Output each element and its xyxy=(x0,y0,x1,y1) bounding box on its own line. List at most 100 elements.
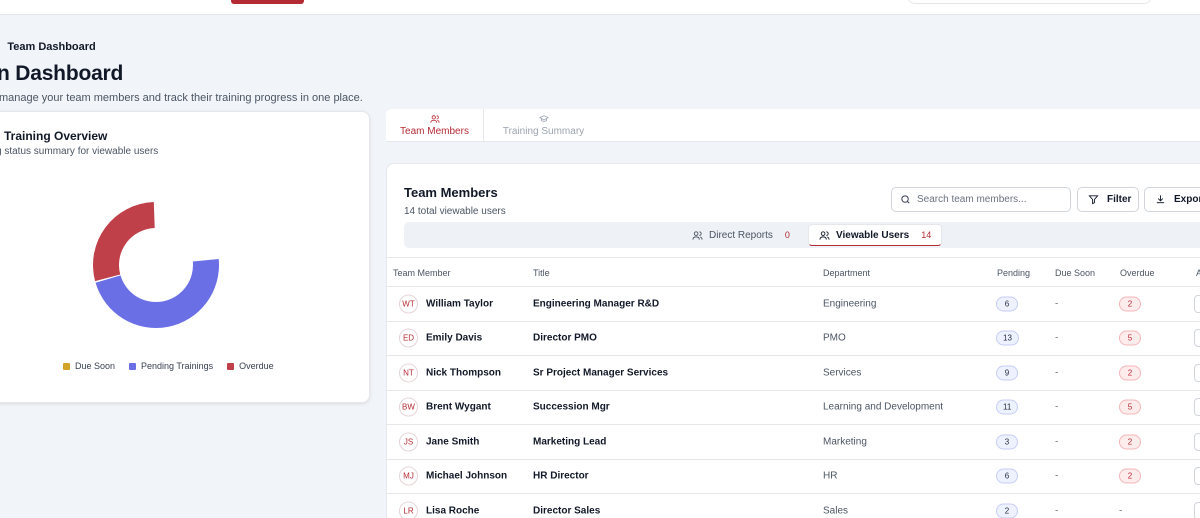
member-title: HR Director xyxy=(533,470,589,482)
column-due-soon[interactable]: Due Soon xyxy=(1055,268,1095,278)
row-action-button[interactable] xyxy=(1194,363,1200,382)
member-name[interactable]: Emily Davis xyxy=(426,333,482,344)
row-action-button[interactable] xyxy=(1194,501,1200,518)
member-department: Marketing xyxy=(823,436,867,448)
pending-cell: 2 xyxy=(996,503,1018,518)
row-action-button[interactable] xyxy=(1194,329,1200,348)
overdue-count-badge: 2 xyxy=(1119,365,1141,381)
active-nav-indicator[interactable] xyxy=(231,0,304,4)
table-row[interactable]: BW Brent Wygant Succession Mgr Learning and… xyxy=(387,391,1200,425)
table-row[interactable]: MJ Michael Johnson HR Director HR 6 - 2 xyxy=(387,460,1200,494)
legend-swatch xyxy=(227,362,235,370)
member-cell: JS Jane Smith xyxy=(399,432,479,452)
overdue-cell: - xyxy=(1119,505,1122,516)
users-icon xyxy=(819,230,830,240)
search-icon xyxy=(901,195,910,204)
avatar: LR xyxy=(399,501,418,518)
avatar: MJ xyxy=(399,466,418,486)
table-row[interactable]: WT William Taylor Engineering Manager R&D E… xyxy=(387,287,1200,322)
overview-title: Training Overview xyxy=(4,129,108,143)
row-action-button[interactable] xyxy=(1194,432,1200,451)
filter-button[interactable]: Filter xyxy=(1077,187,1139,212)
users-icon xyxy=(429,115,440,123)
due-soon-cell: - xyxy=(1055,470,1059,482)
overdue-cell: 5 xyxy=(1119,330,1141,346)
due-soon-cell: - xyxy=(1055,367,1059,379)
member-name[interactable]: Nick Thompson xyxy=(426,367,501,378)
global-search-box[interactable] xyxy=(907,0,1152,4)
member-name[interactable]: Lisa Roche xyxy=(426,505,479,516)
member-title: Marketing Lead xyxy=(533,436,607,448)
member-name[interactable]: William Taylor xyxy=(426,298,493,309)
table-row[interactable]: LR Lisa Roche Director Sales Sales 2 - - xyxy=(387,494,1200,518)
member-name[interactable]: Jane Smith xyxy=(426,436,479,447)
member-title: Director Sales xyxy=(533,505,601,517)
overdue-count-badge: 2 xyxy=(1119,296,1141,312)
tab-training-summary[interactable]: Training Summary xyxy=(486,109,601,142)
legend-item[interactable]: Overdue xyxy=(227,361,274,371)
row-action-button[interactable] xyxy=(1194,467,1200,486)
row-action-button[interactable] xyxy=(1194,398,1200,417)
pending-count-badge: 9 xyxy=(996,365,1018,381)
table-row[interactable]: ED Emily Davis Director PMO PMO 13 - 5 xyxy=(387,322,1200,356)
pending-count-badge: 2 xyxy=(996,503,1018,518)
members-count: 14 total viewable users xyxy=(404,206,506,217)
overdue-cell: 5 xyxy=(1119,399,1141,415)
table-row[interactable]: NT Nick Thompson Sr Project Manager Servic… xyxy=(387,356,1200,391)
toggle-direct-count: 0 xyxy=(784,230,790,240)
avatar: ED xyxy=(399,328,418,348)
overdue-segment[interactable] xyxy=(92,202,155,282)
member-department: Engineering xyxy=(823,298,877,310)
member-name[interactable]: Michael Johnson xyxy=(426,471,507,482)
overview-subtitle: g status summary for viewable users xyxy=(0,146,159,157)
member-title: Engineering Manager R&D xyxy=(533,298,660,310)
legend-label: Overdue xyxy=(239,361,274,371)
users-icon xyxy=(692,230,703,240)
filter-button-label: Filter xyxy=(1107,194,1132,205)
overdue-cell: 2 xyxy=(1119,434,1141,450)
table-body: WT William Taylor Engineering Manager R&D E… xyxy=(387,287,1200,518)
column-department[interactable]: Department xyxy=(823,268,870,278)
member-search-box[interactable] xyxy=(891,187,1071,212)
member-cell: ED Emily Davis xyxy=(399,328,482,348)
legend-swatch xyxy=(129,362,137,370)
member-department: Services xyxy=(823,367,862,379)
member-cell: WT William Taylor xyxy=(399,294,493,314)
member-cell: MJ Michael Johnson xyxy=(399,466,507,486)
pending-cell: 9 xyxy=(996,365,1018,381)
legend-item[interactable]: Due Soon xyxy=(63,361,115,371)
top-navigation-bar xyxy=(0,0,1200,15)
table-row[interactable]: JS Jane Smith Marketing Lead Marketing 3 - 2 xyxy=(387,425,1200,460)
row-action-button[interactable] xyxy=(1194,294,1200,313)
overdue-count-badge: 2 xyxy=(1119,434,1141,450)
member-title: Sr Project Manager Services xyxy=(533,367,669,379)
member-title: Succession Mgr xyxy=(533,401,610,413)
member-department: Sales xyxy=(823,505,849,517)
pending-cell: 6 xyxy=(996,468,1018,484)
pending-count-badge: 6 xyxy=(996,468,1018,484)
toggle-direct-label: Direct Reports xyxy=(709,229,773,241)
download-icon xyxy=(1156,195,1165,204)
toggle-viewable-users[interactable]: Viewable Users 14 xyxy=(808,224,943,246)
column-actions[interactable]: A xyxy=(1196,268,1200,278)
toggle-direct-reports[interactable]: Direct Reports 0 xyxy=(682,224,800,246)
pending-count-badge: 11 xyxy=(996,399,1019,415)
column-team-member[interactable]: Team Member xyxy=(393,268,451,278)
page-subtitle: manage your team members and track their… xyxy=(0,92,363,104)
column-overdue[interactable]: Overdue xyxy=(1120,268,1155,278)
column-title[interactable]: Title xyxy=(533,268,550,278)
member-department: HR xyxy=(823,470,838,482)
overdue-cell: 2 xyxy=(1119,296,1141,312)
export-button[interactable]: Expor xyxy=(1144,187,1200,212)
filter-icon xyxy=(1088,195,1099,205)
chart-legend: Due Soon Pending Trainings Overdue xyxy=(63,361,274,371)
team-members-card: Team Members 14 total viewable users Fil… xyxy=(386,163,1200,518)
avatar: WT xyxy=(399,294,418,314)
member-cell: LR Lisa Roche xyxy=(399,501,479,518)
member-search-input[interactable] xyxy=(917,194,1067,205)
legend-item[interactable]: Pending Trainings xyxy=(129,361,213,371)
member-name[interactable]: Brent Wygant xyxy=(426,402,491,413)
tab-team-members[interactable]: Team Members xyxy=(386,109,484,142)
graduation-cap-icon xyxy=(538,115,549,122)
column-pending[interactable]: Pending xyxy=(997,268,1030,278)
